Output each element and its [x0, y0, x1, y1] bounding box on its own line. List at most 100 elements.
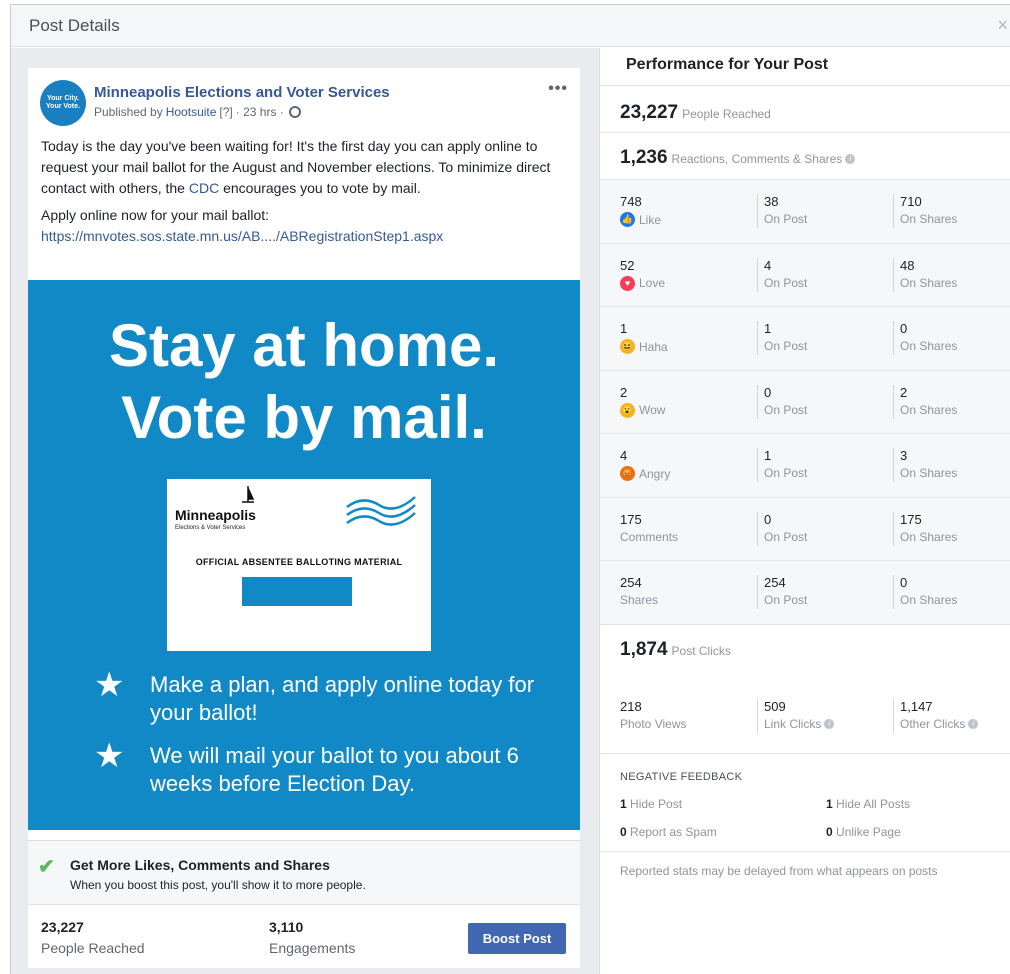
reaction-total: 4 😡 Angry — [620, 448, 670, 481]
reaction-on-shares: 175 On Shares — [893, 511, 957, 546]
stat-label: Angry — [639, 466, 671, 481]
stat-label: On Shares — [900, 212, 958, 226]
stat-value: 1,147 — [900, 699, 933, 714]
cdc-link[interactable]: CDC — [189, 180, 219, 196]
people-reached-label: People Reached — [682, 107, 771, 121]
ballot-envelope: Minneapolis Elections & Voter Services O… — [167, 479, 431, 651]
stat-label: On Shares — [900, 275, 958, 290]
wow-icon: 😮 — [620, 402, 635, 418]
stat-value: 2 — [900, 384, 908, 400]
stat-label: Hide All Posts — [836, 797, 911, 811]
clicks-breakdown: 218 Photo Views 509 Link Clicks i 1,147 O… — [600, 699, 1010, 754]
stat-value: 2 — [620, 384, 628, 400]
post-text-part: encourages you to vote by mail. — [219, 180, 421, 196]
stat-value: 0 — [620, 825, 627, 839]
stat-value: 710 — [900, 194, 922, 209]
stat-label: On Shares — [900, 339, 958, 353]
ballot-logo: Minneapolis — [175, 507, 256, 523]
reaction-on-post: 254 On Post — [757, 575, 807, 609]
stat-label: On Post — [764, 593, 808, 607]
info-icon[interactable]: i — [845, 153, 856, 164]
post-card: Your City. Your Vote. Minneapolis Electi… — [28, 68, 580, 968]
post-clicks-label: Post Clicks — [671, 644, 731, 658]
star-icon: ★ — [94, 666, 125, 704]
stat-value: 0 — [900, 321, 908, 336]
unlike-page-stat: 0 Unlike Page — [826, 825, 901, 839]
stat-value: 1 — [826, 797, 833, 811]
reaction-row: 2 😮 Wow 0 On Post 2 On Shares — [600, 371, 1010, 434]
modal-title: Post Details — [29, 15, 120, 35]
stat-value: 4 — [620, 448, 628, 463]
people-reached-section: 23,227 People Reached — [600, 85, 1010, 132]
reaction-on-post: 0 On Post — [757, 511, 808, 546]
post-text: Today is the day you've been waiting for… — [41, 136, 571, 253]
stat-label: On Post — [764, 339, 808, 353]
stat-label: Photo Views — [620, 717, 687, 731]
stat-value: 254 — [620, 575, 642, 590]
close-icon[interactable]: × — [997, 15, 1008, 36]
boost-promo-title: Get More Likes, Comments and Shares — [70, 857, 330, 873]
stat-label: Shares — [620, 593, 659, 607]
reaction-on-post: 1 On Post — [757, 448, 807, 482]
stat-value: 218 — [620, 699, 642, 714]
post-details-modal: Post Details × Your City. Your Vote. Min… — [10, 4, 1010, 974]
stat-value: 748 — [620, 194, 642, 209]
like-icon: 👍 — [620, 212, 635, 227]
reaction-total: 254 Shares — [620, 575, 658, 607]
reactions-breakdown-table: 748 👍 Like 38 On Post 710 On Shares 52 ♥ L… — [600, 179, 1010, 625]
footer-engagements: 3,110 Engagements — [269, 919, 355, 956]
reaction-on-post: 0 On Post — [757, 384, 807, 419]
stat-value: 0 — [826, 825, 833, 839]
reaction-row: 254 Shares 254 On Post 0 On Shares — [600, 561, 1010, 625]
other-clicks: 1,147 Other Clicks i — [893, 699, 979, 733]
stats-disclaimer: Reported stats may be delayed from what … — [620, 864, 938, 878]
info-icon[interactable]: i — [968, 719, 979, 729]
reaction-total: 748 👍 Like — [620, 194, 661, 227]
bullet-text: We will mail your ballot to you about 6 … — [150, 743, 519, 796]
info-icon[interactable]: i — [824, 719, 835, 729]
stat-value: 1 — [620, 797, 627, 811]
reaction-on-post: 38 On Post — [757, 194, 807, 228]
bullet-text: Make a plan, and apply online today for … — [150, 672, 535, 725]
post-footer: 23,227 People Reached 3,110 Engagements … — [28, 904, 580, 968]
stat-label: On Post — [764, 212, 808, 226]
stat-label: Link Clicks — [764, 717, 822, 731]
help-link[interactable]: [?] — [219, 105, 232, 119]
more-options-icon[interactable]: ••• — [548, 80, 568, 98]
stat-value: 3 — [900, 448, 908, 463]
page-avatar[interactable]: Your City. Your Vote. — [40, 80, 86, 126]
stat-label: Haha — [639, 339, 668, 354]
reaction-on-shares: 710 On Shares — [893, 194, 957, 228]
reaction-total: 175 Comments — [620, 512, 678, 544]
stat-label: Engagements — [269, 940, 356, 956]
photo-views: 218 Photo Views — [620, 699, 687, 731]
stat-label: Report as Spam — [630, 825, 717, 839]
post-header: Your City. Your Vote. Minneapolis Electi… — [40, 80, 390, 126]
reaction-total: 1 😆 Haha — [620, 321, 668, 354]
reaction-row: 175 Comments 0 On Post 175 On Shares — [600, 498, 1010, 561]
publisher-link[interactable]: Hootsuite — [166, 105, 217, 119]
registration-url-link[interactable]: https://mnvotes.sos.state.mn.us/AB..../A… — [41, 228, 443, 244]
image-bullet-1: ★ Make a plan, and apply online today fo… — [94, 666, 550, 727]
post-image[interactable]: Stay at home. Vote by mail. Minneapolis … — [28, 280, 580, 830]
reaction-row: 52 ♥ Love 4 On Post 48 On Shares — [600, 244, 1010, 307]
boost-promo-subtitle: When you boost this post, you'll show it… — [70, 878, 366, 892]
post-clicks-value: 1,874 — [620, 639, 668, 660]
stat-label: On Shares — [900, 593, 958, 607]
reaction-on-post: 4 On Post — [757, 257, 807, 292]
stat-label: Unlike Page — [836, 825, 901, 839]
stat-label: Love — [639, 276, 666, 290]
people-reached-value: 23,227 — [620, 102, 679, 123]
stat-value: 254 — [764, 575, 786, 590]
page-name-link[interactable]: Minneapolis Elections and Voter Services — [94, 84, 390, 101]
post-time[interactable]: · 23 hrs · — [236, 105, 284, 119]
stat-label: Comments — [620, 529, 679, 544]
stat-label: People Reached — [41, 940, 145, 956]
stat-value: 1 — [764, 448, 772, 463]
ballot-bar — [242, 577, 352, 606]
reaction-row: 1 😆 Haha 1 On Post 0 On Shares — [600, 307, 1010, 371]
reaction-on-shares: 2 On Shares — [893, 384, 957, 419]
boost-post-button[interactable]: Boost Post — [468, 923, 566, 954]
stat-label: On Post — [764, 529, 808, 544]
link-clicks: 509 Link Clicks i — [757, 699, 835, 733]
